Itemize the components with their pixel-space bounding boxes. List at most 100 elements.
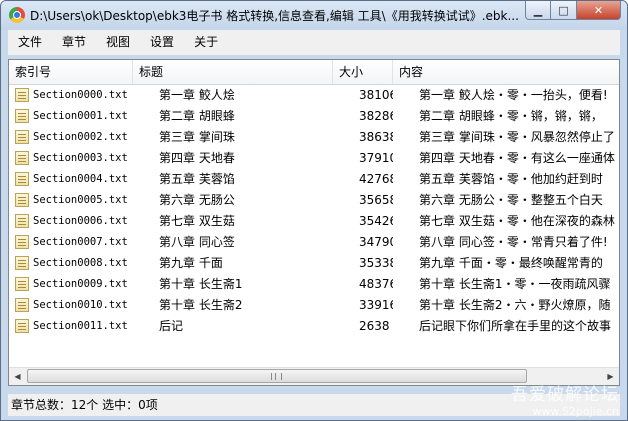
table-row[interactable]: Section0002.txt 第三章 掌间珠 38638 第三章 掌间珠・零・风暴忽… xyxy=(9,127,619,148)
minimize-button[interactable]: ▁ xyxy=(525,1,551,20)
grip-icon xyxy=(271,373,282,380)
table-row[interactable]: Section0009.txt 第十章 长生斋1 48376 第十章 长生斋1・零・一… xyxy=(9,274,619,295)
table-row[interactable]: Section0001.txt 第二章 胡眼蜂 38286 第二章 胡眼蜂・零・锵，锵… xyxy=(9,106,619,127)
cell-size: 48376 xyxy=(359,277,393,291)
table-row[interactable]: Section0008.txt 第九章 千面 35338 第九章 千面・零・最终唤醒常… xyxy=(9,253,619,274)
cell-index: Section0011.txt xyxy=(33,320,128,332)
cell-content: 第七章 双生菇・零・他在深夜的森林 xyxy=(419,214,615,228)
cell-content: 第五章 芙蓉馅・零・他加约赶到时 xyxy=(419,172,603,186)
window-title: D:\Users\ok\Desktop\ebk3电子书 格式转换,信息查看,编辑… xyxy=(30,9,519,23)
cell-size: 37910 xyxy=(359,151,393,165)
watermark-url: www.52pojie.cn xyxy=(532,405,619,418)
column-header-content[interactable]: 内容 xyxy=(393,60,619,84)
chapter-list[interactable]: 索引号 标题 大小 内容 Section0000.txt 第一章 鲛人烩 38106… xyxy=(8,59,620,386)
table-row[interactable]: Section0000.txt 第一章 鲛人烩 38106 第一章 鲛人烩・零・一抬头… xyxy=(9,85,619,106)
text-file-icon xyxy=(15,88,29,102)
table-row[interactable]: Section0006.txt 第七章 双生菇 35426 第七章 双生菇・零・他在深… xyxy=(9,211,619,232)
cell-title: 第二章 胡眼蜂 xyxy=(159,109,235,123)
cell-index: Section0010.txt xyxy=(33,299,128,311)
cell-size: 38638 xyxy=(359,130,393,144)
table-row[interactable]: Section0007.txt 第八章 同心签 34790 第八章 同心签・零・常青只… xyxy=(9,232,619,253)
cell-title: 第一章 鲛人烩 xyxy=(159,88,235,102)
app-window: D:\Users\ok\Desktop\ebk3电子书 格式转换,信息查看,编辑… xyxy=(0,0,628,421)
text-file-icon xyxy=(15,151,29,165)
cell-title: 第七章 双生菇 xyxy=(159,214,235,228)
arrow-left-icon: ◀ xyxy=(14,372,21,381)
cell-title: 后记 xyxy=(159,319,184,333)
scroll-thumb[interactable] xyxy=(27,369,527,383)
table-row[interactable]: Section0010.txt 第十章 长生斋2 33916 第十章 长生斋2・六・野… xyxy=(9,295,619,316)
close-button[interactable]: ✕ xyxy=(577,1,621,20)
cell-index: Section0007.txt xyxy=(33,236,128,248)
list-header: 索引号 标题 大小 内容 xyxy=(9,60,619,85)
close-icon: ✕ xyxy=(593,3,604,17)
status-text: 章节总数：12个 选中：0项 xyxy=(11,398,158,412)
text-file-icon xyxy=(15,256,29,270)
cell-content: 第九章 千面・零・最终唤醒常青的 xyxy=(419,256,603,270)
minimize-icon: ▁ xyxy=(533,3,543,17)
cell-content: 第六章 无肠公・零・整整五个白天 xyxy=(419,193,603,207)
menu-about[interactable]: 关于 xyxy=(184,30,228,55)
cell-index: Section0006.txt xyxy=(33,215,128,227)
cell-size: 38106 xyxy=(359,88,393,102)
cell-title: 第四章 天地春 xyxy=(159,151,235,165)
cell-index: Section0004.txt xyxy=(33,173,128,185)
watermark-title: 吾爱破解论坛 xyxy=(511,385,619,405)
table-row[interactable]: Section0005.txt 第六章 无肠公 35658 第六章 无肠公・零・整整五… xyxy=(9,190,619,211)
maximize-button[interactable]: □ xyxy=(551,1,577,20)
cell-content: 第三章 掌间珠・零・风暴忽然停止了 xyxy=(419,130,615,144)
menu-view[interactable]: 视图 xyxy=(96,30,140,55)
table-row[interactable]: Section0003.txt 第四章 天地春 37910 第四章 天地春・零・有这么… xyxy=(9,148,619,169)
text-file-icon xyxy=(15,298,29,312)
cell-content: 第十章 长生斋1・零・一夜雨疏风骤 xyxy=(419,277,611,291)
cell-size: 33916 xyxy=(359,298,393,312)
app-icon xyxy=(9,7,25,23)
cell-index: Section0001.txt xyxy=(33,110,128,122)
menu-chapter[interactable]: 章节 xyxy=(52,30,96,55)
menu-file[interactable]: 文件 xyxy=(8,30,52,55)
scroll-left-button[interactable]: ◀ xyxy=(9,368,26,385)
menu-settings[interactable]: 设置 xyxy=(140,30,184,55)
text-file-icon xyxy=(15,193,29,207)
menu-bar: 文件 章节 视图 设置 关于 xyxy=(8,30,620,55)
watermark: 吾爱破解论坛 www.52pojie.cn xyxy=(511,380,619,418)
window-controls: ▁ □ ✕ xyxy=(525,1,621,20)
cell-title: 第八章 同心签 xyxy=(159,235,235,249)
cell-index: Section0009.txt xyxy=(33,278,128,290)
cell-title: 第六章 无肠公 xyxy=(159,193,235,207)
cell-content: 第一章 鲛人烩・零・一抬头，便看! xyxy=(419,88,608,102)
cell-index: Section0002.txt xyxy=(33,131,128,143)
text-file-icon xyxy=(15,172,29,186)
text-file-icon xyxy=(15,214,29,228)
column-header-size[interactable]: 大小 xyxy=(333,60,393,84)
cell-title: 第三章 掌间珠 xyxy=(159,130,235,144)
column-header-title[interactable]: 标题 xyxy=(133,60,333,84)
cell-index: Section0008.txt xyxy=(33,257,128,269)
cell-size: 35338 xyxy=(359,256,393,270)
column-header-index[interactable]: 索引号 xyxy=(9,60,133,84)
table-row[interactable]: Section0004.txt 第五章 芙蓉馅 42768 第五章 芙蓉馅・零・他加约… xyxy=(9,169,619,190)
cell-content: 第十章 长生斋2・六・野火燎原，随 xyxy=(419,298,611,312)
cell-title: 第十章 长生斋1 xyxy=(159,277,243,291)
list-body: Section0000.txt 第一章 鲛人烩 38106 第一章 鲛人烩・零・一抬头… xyxy=(9,85,619,337)
cell-content: 第四章 天地春・零・有这么一座通体 xyxy=(419,151,615,165)
text-file-icon xyxy=(15,130,29,144)
cell-content: 后记眼下你们所拿在手里的这个故事 xyxy=(419,319,612,333)
cell-size: 35658 xyxy=(359,193,393,207)
cell-title: 第五章 芙蓉馅 xyxy=(159,172,235,186)
text-file-icon xyxy=(15,109,29,123)
maximize-icon: □ xyxy=(558,3,569,17)
cell-index: Section0005.txt xyxy=(33,194,128,206)
cell-size: 2638 xyxy=(359,319,390,333)
cell-content: 第八章 同心签・零・常青只着了件! xyxy=(419,235,608,249)
cell-title: 第十章 长生斋2 xyxy=(159,298,243,312)
text-file-icon xyxy=(15,319,29,333)
cell-size: 42768 xyxy=(359,172,393,186)
cell-size: 35426 xyxy=(359,214,393,228)
title-bar[interactable]: D:\Users\ok\Desktop\ebk3电子书 格式转换,信息查看,编辑… xyxy=(1,1,627,30)
cell-size: 34790 xyxy=(359,235,393,249)
cell-title: 第九章 千面 xyxy=(159,256,223,270)
cell-index: Section0000.txt xyxy=(33,89,128,101)
cell-content: 第二章 胡眼蜂・零・锵，锵，锵， xyxy=(419,109,603,123)
table-row[interactable]: Section0011.txt 后记 2638 后记眼下你们所拿在手里的这个故事 xyxy=(9,316,619,337)
